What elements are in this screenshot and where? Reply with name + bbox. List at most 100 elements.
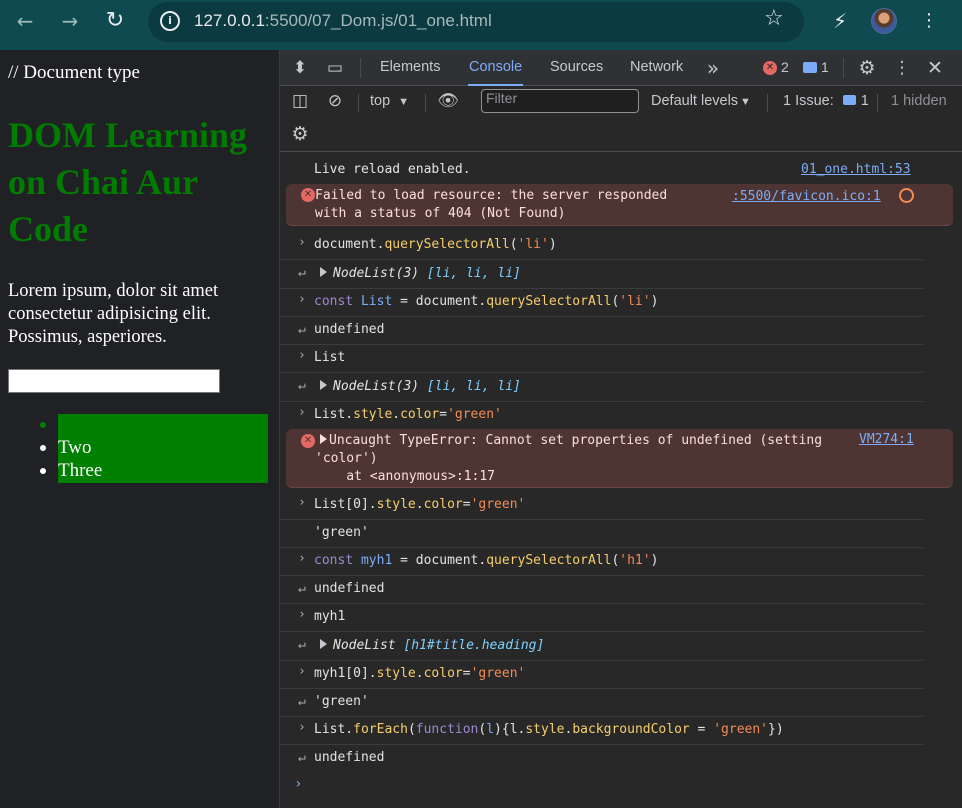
error-icon: ✕ <box>301 188 315 202</box>
error-icon: ✕ <box>301 434 315 448</box>
error-count-icon[interactable]: ✕ <box>763 61 777 75</box>
avatar[interactable] <box>871 8 897 34</box>
kebab-menu-icon[interactable]: ⋮ <box>914 6 944 36</box>
doctype-comment: // Document type <box>8 62 140 83</box>
filter-input[interactable]: Filter <box>481 89 639 113</box>
console-input-row: › List.forEach(function(l){l.style.backg… <box>280 717 923 745</box>
divider <box>843 58 844 78</box>
context-label: top <box>370 93 391 109</box>
text-input[interactable] <box>8 369 220 393</box>
console-input-row: › myh1 <box>280 604 923 632</box>
clear-console-icon[interactable]: ⊘ <box>323 89 347 113</box>
console-result: undefined <box>314 322 385 337</box>
divider <box>877 94 878 112</box>
input-chevron-icon: › <box>298 720 306 735</box>
error-text-line1[interactable]: Uncaught TypeError: Cannot set propertie… <box>320 432 822 450</box>
log-levels-dropdown[interactable]: Default levels ▼ <box>651 93 751 109</box>
device-toolbar-icon[interactable]: ▭ <box>323 56 347 80</box>
back-arrow-icon[interactable]: ← <box>10 6 40 36</box>
console-result: undefined <box>314 750 385 765</box>
issues-count: 1 <box>860 93 869 109</box>
console-input-row: › const myh1 = document.querySelectorAll… <box>280 548 923 576</box>
input-chevron-icon: › <box>298 664 306 679</box>
error-count[interactable]: 2 <box>781 59 789 75</box>
tab-sources[interactable]: Sources <box>550 50 603 86</box>
divider <box>767 94 768 112</box>
chevron-down-icon: ▼ <box>740 96 751 108</box>
console-result-row: ↵ NodeList(3) [li, li, li] <box>280 260 923 289</box>
reload-icon[interactable]: ↻ <box>100 6 130 36</box>
extension-icon[interactable]: ⚡ <box>825 6 855 36</box>
chevron-down-icon: ▼ <box>398 96 410 108</box>
input-chevron-icon: › <box>298 348 306 363</box>
result-arrow-icon: ↵ <box>298 750 306 765</box>
inspect-element-icon[interactable]: ⬍ <box>288 56 312 80</box>
issues-label: 1 Issue: <box>783 93 834 109</box>
close-icon[interactable]: ✕ <box>923 56 947 80</box>
sidebar-toggle-icon[interactable]: ◫ <box>288 89 312 113</box>
console-command: List[0].style.color='green' <box>314 497 526 512</box>
source-link[interactable]: :5500/favicon.ico:1 <box>732 189 881 204</box>
console-result[interactable]: NodeList(3) [li, li, li] <box>320 266 521 281</box>
nodelist-items: [li, li, li] <box>426 379 521 394</box>
console-result-row: ↵ NodeList [h1#title.heading] <box>280 632 923 661</box>
expand-triangle-icon[interactable] <box>320 267 327 277</box>
network-request-icon[interactable] <box>899 188 914 203</box>
console-input-row: › List <box>280 345 923 373</box>
message-count-icon[interactable] <box>803 62 817 73</box>
console-input-row: › document.querySelectorAll('li') <box>280 232 923 260</box>
console-input-row: › List[0].style.color='green' <box>280 492 923 520</box>
forward-arrow-icon[interactable]: → <box>55 6 85 36</box>
console-prompt-input[interactable]: › <box>294 776 302 792</box>
context-selector[interactable]: top ▼ <box>370 93 409 109</box>
devtools-panel: ⬍ ▭ Elements Console Sources Network » ✕… <box>279 50 962 808</box>
console-settings-gear-icon[interactable]: ⚙ <box>288 122 312 146</box>
url-text[interactable]: 127.0.0.1:5500/07_Dom.js/01_one.html <box>194 11 492 31</box>
tab-elements[interactable]: Elements <box>380 50 440 86</box>
source-link[interactable]: 01_one.html:53 <box>801 162 911 177</box>
message-count[interactable]: 1 <box>821 59 829 75</box>
console-error: ✕ Failed to load resource: the server re… <box>286 184 953 226</box>
live-reload-text: Live reload enabled. <box>314 162 471 177</box>
console-input-row: › List.style.color='green' <box>280 402 923 430</box>
page-heading: DOM Learning on Chai Aur Code <box>8 115 247 249</box>
address-bar[interactable]: i 127.0.0.1:5500/07_Dom.js/01_one.html ☆ <box>148 2 804 42</box>
console-command: List.style.color='green' <box>314 407 502 422</box>
url-host: 127.0.0.1 <box>194 11 265 30</box>
tab-console[interactable]: Console <box>468 50 524 86</box>
expand-triangle-icon[interactable] <box>320 380 327 390</box>
settings-gear-icon[interactable]: ⚙ <box>855 56 879 80</box>
url-path: :5500/07_Dom.js/01_one.html <box>264 11 492 30</box>
console-toolbar: ◫ ⊘ top ▼ 👁 Filter Default levels ▼ 1 Issu… <box>280 86 962 152</box>
console-result[interactable]: NodeList(3) [li, li, li] <box>320 379 521 394</box>
console-input-row: › myh1[0].style.color='green' <box>280 661 923 689</box>
divider <box>425 94 426 112</box>
console-result[interactable]: NodeList [h1#title.heading] <box>320 638 544 653</box>
divider <box>358 94 359 112</box>
site-info-icon[interactable]: i <box>160 11 180 31</box>
eye-icon[interactable]: 👁 <box>436 89 460 113</box>
console-command: const myh1 = document.querySelectorAll('… <box>314 553 659 568</box>
error-message: Uncaught TypeError: Cannot set propertie… <box>329 433 823 448</box>
error-text-line2: 'color') <box>315 451 378 466</box>
console-result: 'green' <box>314 525 369 540</box>
error-text-line1: Failed to load resource: the server resp… <box>315 188 668 203</box>
bookmark-star-icon[interactable]: ☆ <box>764 6 784 31</box>
expand-triangle-icon[interactable] <box>320 639 327 649</box>
console-command: myh1[0].style.color='green' <box>314 666 526 681</box>
tab-network[interactable]: Network <box>630 50 683 86</box>
list-item-3: Three <box>58 460 103 481</box>
result-arrow-icon: ↵ <box>298 581 306 596</box>
input-chevron-icon: › <box>298 495 306 510</box>
more-tabs-chevron-icon[interactable]: » <box>701 56 725 80</box>
source-link[interactable]: VM274:1 <box>859 432 914 447</box>
rendered-page: // Document type DOM Learning on Chai Au… <box>0 50 279 808</box>
console-command: List <box>314 350 346 365</box>
expand-triangle-icon[interactable] <box>320 434 327 444</box>
kebab-menu-icon[interactable]: ⋮ <box>890 56 914 80</box>
input-chevron-icon: › <box>298 235 306 250</box>
issues-button[interactable]: 1 Issue: 1 <box>783 93 869 109</box>
nodelist-label: NodeList(3) <box>333 266 420 281</box>
console-result-row: ↵ undefined <box>280 576 923 604</box>
input-chevron-icon: › <box>298 551 306 566</box>
